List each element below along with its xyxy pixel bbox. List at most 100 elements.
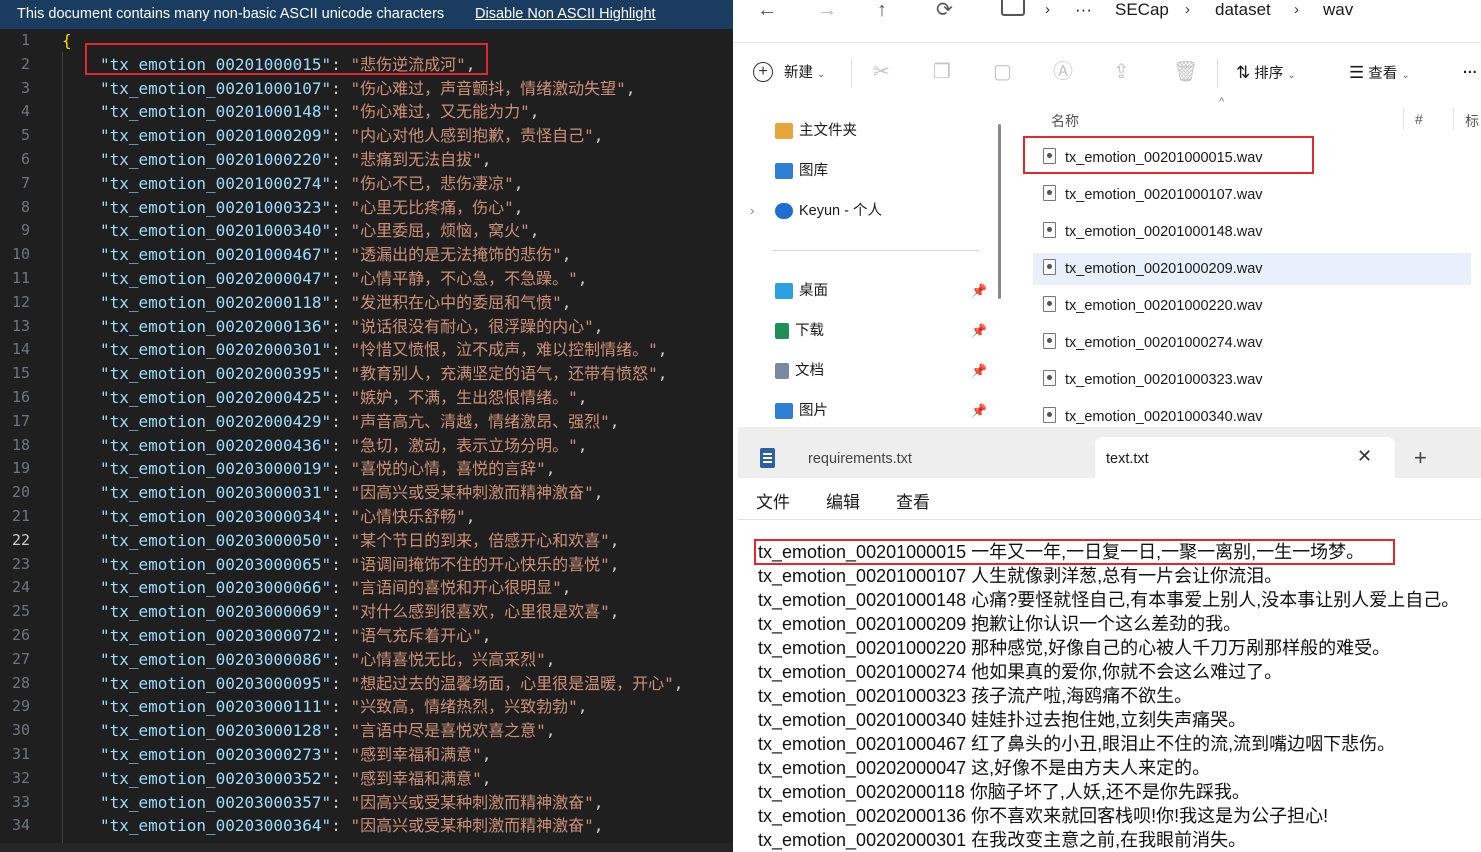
sidebar-item-pictures[interactable]: 图片 [775, 399, 828, 423]
code-line[interactable]: 24 "tx_emotion_00203000066": "言语间的喜悦和开心很明… [0, 576, 733, 600]
more-button[interactable]: ··· [1463, 63, 1478, 83]
breadcrumb-wav[interactable]: wav [1323, 0, 1353, 20]
menu-edit[interactable]: 编辑 [826, 488, 860, 513]
comma: , [593, 792, 604, 812]
cut-icon[interactable]: ✂ [873, 61, 890, 83]
code-line[interactable]: 32 "tx_emotion_00203000352": "感到幸福和满意", [0, 767, 733, 791]
refresh-icon[interactable]: ⟳ [936, 0, 953, 20]
code-line[interactable]: 20 "tx_emotion_00203000031": "因高兴或受某种刺激而精… [0, 481, 733, 505]
sidebar-item-downloads[interactable]: 下载 [775, 319, 824, 343]
paste-icon[interactable]: ▢ [993, 61, 1012, 83]
file-row[interactable]: tx_emotion_00201000148.wav [1033, 216, 1471, 248]
column-divider[interactable] [1403, 108, 1404, 130]
code-line[interactable]: 15 "tx_emotion_00202000395": "教育别人，充满坚定的语… [0, 362, 733, 386]
code-line[interactable]: 11 "tx_emotion_00202000047": "心情平静，不心急，不急… [0, 267, 733, 291]
text-line[interactable]: tx_emotion_00201000323 孩子流产啦,海鸥痛不欲生。 [758, 684, 1478, 708]
share-icon[interactable]: ⇪ [1113, 61, 1130, 83]
up-icon[interactable]: ↑ [877, 0, 887, 20]
new-tab-button[interactable]: + [1414, 446, 1427, 470]
breadcrumb-secap[interactable]: SECap [1115, 0, 1169, 20]
code-line[interactable]: 29 "tx_emotion_00203000111": "兴致高，情绪热烈，兴致… [0, 695, 733, 719]
breadcrumb-dataset[interactable]: dataset [1215, 0, 1271, 20]
delete-icon[interactable]: 🗑 [1173, 61, 1198, 83]
pin-icon[interactable]: 📌 [971, 359, 987, 383]
code-lines[interactable]: 1{2 "tx_emotion_00201000015": "悲伤逆流成河", 3 "… [0, 29, 733, 838]
text-line[interactable]: tx_emotion_00201000220 那种感觉,好像自己的心被人千刀万剐… [758, 636, 1478, 660]
text-area[interactable]: tx_emotion_00201000015 一年又一年,一日复一日,一聚一离别… [758, 540, 1478, 852]
forward-icon[interactable]: → [817, 0, 837, 20]
code-line[interactable]: 18 "tx_emotion_00202000436": "急切，激动，表示立场分… [0, 434, 733, 458]
text-line[interactable]: tx_emotion_00202000301 在我改变主意之前,在我眼前消失。 [758, 828, 1478, 852]
back-icon[interactable]: ← [757, 0, 777, 20]
menu-view[interactable]: 查看 [896, 488, 930, 513]
code-line[interactable]: 13 "tx_emotion_00202000136": "说话很没有耐心，很浮躁… [0, 315, 733, 339]
code-line[interactable]: 6 "tx_emotion_00201000220": "悲痛到无法自拔", [0, 148, 733, 172]
code-line[interactable]: 14 "tx_emotion_00202000301": "怜惜又愤恨，泣不成声，… [0, 338, 733, 362]
column-header-number[interactable]: # [1415, 111, 1423, 127]
column-divider[interactable] [1453, 108, 1454, 130]
sort-button[interactable]: ⇅ 排序 ⌄ [1236, 63, 1296, 86]
code-line[interactable]: 7 "tx_emotion_00201000274": "伤心不已，悲伤凄凉", [0, 172, 733, 196]
text-line[interactable]: tx_emotion_00201000209 抱歉让你认识一个这么差劲的我。 [758, 612, 1478, 636]
text-line[interactable]: tx_emotion_00202000047 这,好像不是由方夫人来定的。 [758, 756, 1478, 780]
sidebar-item-desktop[interactable]: 桌面 [775, 279, 828, 303]
line-content: "tx_emotion_00201000209": "内心对他人感到抱歉，责怪自… [100, 124, 603, 148]
code-line[interactable]: 8 "tx_emotion_00201000323": "心里无比疼痛，伤心", [0, 196, 733, 220]
expand-chevron-icon[interactable]: › [750, 199, 754, 223]
close-tab-icon[interactable]: ✕ [1357, 446, 1372, 467]
copy-icon[interactable]: ❐ [933, 61, 951, 83]
rename-icon[interactable]: Ⓐ [1053, 61, 1073, 83]
code-line[interactable]: 30 "tx_emotion_00203000128": "言语中尽是喜悦欢喜之意… [0, 719, 733, 743]
sidebar-item-onedrive[interactable]: Keyun - 个人 [775, 199, 882, 223]
code-line[interactable]: 10 "tx_emotion_00201000467": "透漏出的是无法掩饰的悲… [0, 243, 733, 267]
sidebar-item-documents[interactable]: 文档 [775, 359, 824, 383]
text-line[interactable]: tx_emotion_00201000467 红了鼻头的小丑,眼泪止不住的流,流… [758, 732, 1478, 756]
code-line[interactable]: 19 "tx_emotion_00203000019": "喜悦的心情，喜悦的言辞… [0, 457, 733, 481]
pin-icon[interactable]: 📌 [971, 399, 987, 423]
file-row[interactable]: tx_emotion_00201000323.wav [1033, 364, 1471, 396]
code-line[interactable]: 33 "tx_emotion_00203000357": "因高兴或受某种刺激而精… [0, 791, 733, 815]
code-line[interactable]: 26 "tx_emotion_00203000072": "语气充斥着开心", [0, 624, 733, 648]
code-line[interactable]: 4 "tx_emotion_00201000148": "伤心难过，又无能为力", [0, 100, 733, 124]
column-header-name[interactable]: 名称 [1051, 111, 1079, 131]
new-button[interactable]: 新建 ⌄ [784, 63, 825, 85]
breadcrumb-more[interactable]: ··· [1075, 0, 1092, 20]
pin-icon[interactable]: 📌 [971, 319, 987, 343]
code-line[interactable]: 23 "tx_emotion_00203000065": "语调间掩饰不住的开心快… [0, 553, 733, 577]
code-line[interactable]: 5 "tx_emotion_00201000209": "内心对他人感到抱歉，责怪… [0, 124, 733, 148]
code-line[interactable]: 12 "tx_emotion_00202000118": "发泄积在心中的委屈和气… [0, 291, 733, 315]
code-line[interactable]: 34 "tx_emotion_00203000364": "因高兴或受某种刺激而精… [0, 814, 733, 838]
sidebar-scrollbar[interactable] [998, 124, 1001, 299]
code-line[interactable]: 9 "tx_emotion_00201000340": "心里委屈，烦恼，窝火", [0, 219, 733, 243]
sidebar-item-home[interactable]: 主文件夹 [775, 119, 857, 143]
text-line[interactable]: tx_emotion_00201000107 人生就像剥洋葱,总有一片会让你流泪… [758, 564, 1478, 588]
text-line[interactable]: tx_emotion_00201000148 心痛?要怪就怪自己,有本事爱上别人… [758, 588, 1478, 612]
text-line[interactable]: tx_emotion_00201000340 娃娃扑过去抱住她,立刻失声痛哭。 [758, 708, 1478, 732]
disable-highlight-link[interactable]: Disable Non ASCII Highlight [475, 0, 656, 29]
code-editor[interactable]: This document contains many non-basic AS… [0, 0, 733, 852]
code-line[interactable]: 28 "tx_emotion_00203000095": "想起过去的温馨场面，心… [0, 672, 733, 696]
code-line[interactable]: 16 "tx_emotion_00202000425": "嫉妒，不满，生出怨恨情… [0, 386, 733, 410]
code-line[interactable]: 21 "tx_emotion_00203000034": "心情快乐舒畅", [0, 505, 733, 529]
view-button[interactable]: ☰ 查看 ⌄ [1349, 63, 1410, 86]
code-line[interactable]: 17 "tx_emotion_00202000429": "声音高亢、清越，情绪激… [0, 410, 733, 434]
sidebar-item-gallery[interactable]: 图库 [775, 159, 828, 183]
text-line[interactable]: tx_emotion_00202000118 你脑子坏了,人妖,还不是你先踩我。 [758, 780, 1478, 804]
code-line[interactable]: 3 "tx_emotion_00201000107": "伤心难过，声音颤抖，情绪… [0, 77, 733, 101]
file-row[interactable]: tx_emotion_00201000107.wav [1033, 179, 1471, 211]
menu-file[interactable]: 文件 [756, 488, 790, 513]
code-line[interactable]: 31 "tx_emotion_00203000273": "感到幸福和满意", [0, 743, 733, 767]
tab-text[interactable]: text.txt ✕ [1095, 437, 1395, 478]
code-line[interactable]: 25 "tx_emotion_00203000069": "对什么感到很喜欢，心里… [0, 600, 733, 624]
text-line[interactable]: tx_emotion_00202000136 你不喜欢来就回客栈呗!你!我这是为… [758, 804, 1478, 828]
code-line[interactable]: 27 "tx_emotion_00203000086": "心情喜悦无比，兴高采烈… [0, 648, 733, 672]
pin-icon[interactable]: 📌 [971, 279, 987, 303]
tab-requirements[interactable]: requirements.txt [808, 451, 912, 467]
file-row[interactable]: tx_emotion_00201000274.wav [1033, 327, 1471, 359]
file-row[interactable]: tx_emotion_00201000209.wav [1033, 253, 1471, 285]
code-line[interactable]: 22 "tx_emotion_00203000050": "某个节日的到来，倍感开… [0, 529, 733, 553]
column-header-tags[interactable]: 标 [1465, 111, 1479, 131]
text-line[interactable]: tx_emotion_00201000274 他如果真的爱你,你就不会这么难过了… [758, 660, 1478, 684]
file-row[interactable]: tx_emotion_00201000220.wav [1033, 290, 1471, 322]
file-row[interactable]: tx_emotion_00201000340.wav [1033, 401, 1471, 430]
